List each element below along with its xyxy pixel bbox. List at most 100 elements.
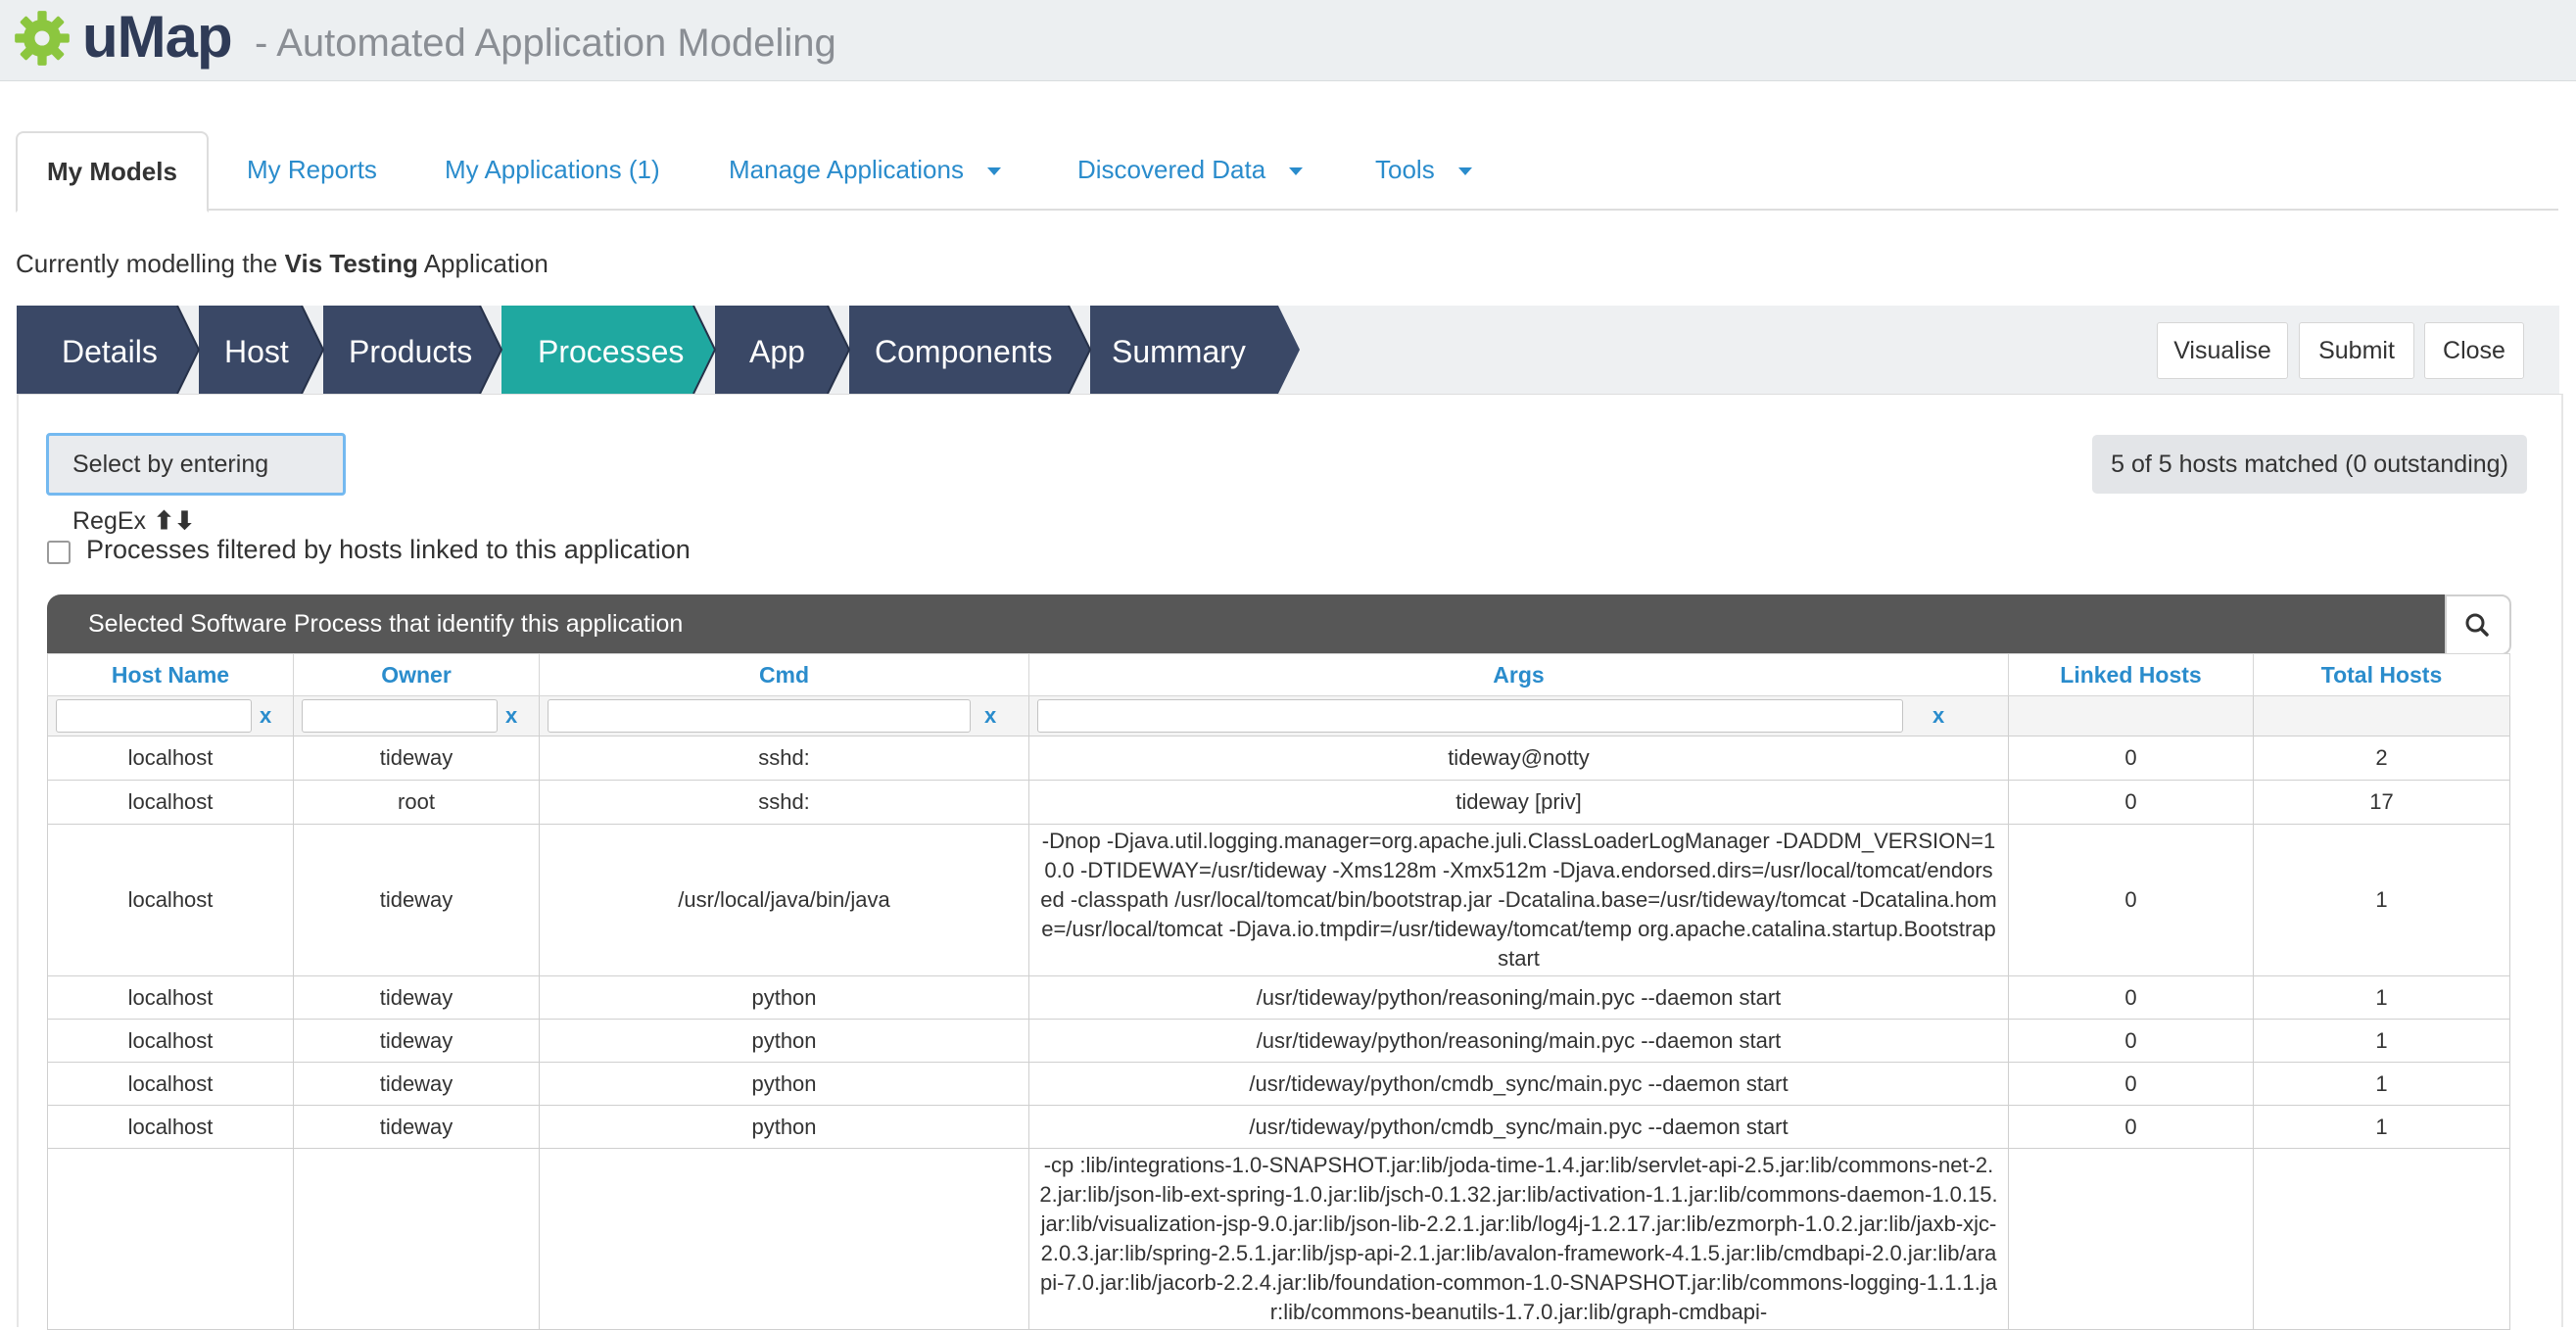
- table-row[interactable]: -cp :lib/integrations-1.0-SNAPSHOT.jar:l…: [47, 1148, 2510, 1330]
- cell-owner: tideway: [293, 1105, 540, 1149]
- cell-args: -Dnop -Djava.util.logging.manager=org.ap…: [1028, 824, 2009, 976]
- cell-cmd: python: [539, 1105, 1029, 1149]
- table-row[interactable]: localhost root sshd: tideway [priv] 0 17: [47, 780, 2510, 825]
- cell-linked-hosts: 0: [2008, 1105, 2254, 1149]
- cell-host-name: localhost: [47, 780, 294, 825]
- cell-cmd: /usr/local/java/bin/java: [539, 824, 1029, 976]
- cell-cmd: python: [539, 1062, 1029, 1106]
- cell-linked-hosts: 0: [2008, 1019, 2254, 1063]
- clear-filter-icon[interactable]: x: [505, 701, 517, 731]
- modelling-prefix: Currently modelling the: [16, 249, 278, 278]
- filter-by-linked-hosts-label: Processes filtered by hosts linked to th…: [86, 535, 691, 564]
- cell-args: /usr/tideway/python/cmdb_sync/main.pyc -…: [1028, 1105, 2009, 1149]
- column-header-linked-hosts[interactable]: Linked Hosts: [2008, 653, 2254, 696]
- cell-total-hosts: 1: [2253, 1019, 2510, 1063]
- cell-total-hosts: 1: [2253, 1105, 2510, 1149]
- cell-args: tideway@notty: [1028, 736, 2009, 781]
- cell-total-hosts: 1: [2253, 975, 2510, 1020]
- column-header-total-hosts[interactable]: Total Hosts: [2253, 653, 2510, 696]
- modelling-suffix: Application: [423, 249, 549, 278]
- tab-my-applications[interactable]: My Applications (1): [445, 131, 660, 209]
- owner-filter-input[interactable]: [302, 699, 498, 733]
- cell-cmd: sshd:: [539, 736, 1029, 781]
- cell-owner: [293, 1148, 540, 1330]
- table-search-button[interactable]: [2445, 594, 2511, 655]
- cell-args: /usr/tideway/python/cmdb_sync/main.pyc -…: [1028, 1062, 2009, 1106]
- filter-cell: [2008, 695, 2254, 736]
- cell-host-name: localhost: [47, 736, 294, 781]
- column-header-cmd[interactable]: Cmd: [539, 653, 1029, 696]
- tab-label: My Reports: [247, 155, 377, 184]
- cell-args: /usr/tideway/python/reasoning/main.pyc -…: [1028, 975, 2009, 1020]
- cell-owner: tideway: [293, 975, 540, 1020]
- tab-label: My Applications (1): [445, 155, 660, 184]
- cell-total-hosts: 2: [2253, 736, 2510, 781]
- cell-args: tideway [priv]: [1028, 780, 2009, 825]
- wizard-steps: Summary Components App Processes Products Hos…: [17, 306, 1300, 394]
- table-row[interactable]: localhost tideway python/usr/tideway/pytho…: [47, 1062, 2510, 1106]
- cell-args: /usr/tideway/python/reasoning/main.pyc -…: [1028, 1019, 2009, 1063]
- search-icon: [2465, 613, 2489, 637]
- submit-button[interactable]: Submit: [2299, 322, 2414, 379]
- tab-my-models[interactable]: My Models: [16, 131, 209, 213]
- cell-host-name: localhost: [47, 1062, 294, 1106]
- table-row[interactable]: localhost tideway python/usr/tideway/pytho…: [47, 1019, 2510, 1063]
- clear-filter-icon[interactable]: x: [984, 701, 996, 731]
- table-row[interactable]: localhost tideway python/usr/tideway/pytho…: [47, 1105, 2510, 1149]
- caret-down-icon: [1457, 167, 1472, 176]
- clear-filter-icon[interactable]: x: [1932, 701, 1944, 731]
- column-header-owner[interactable]: Owner: [293, 653, 540, 696]
- cell-linked-hosts: 0: [2008, 736, 2254, 781]
- cmd-filter-input[interactable]: [548, 699, 971, 733]
- cell-owner: tideway: [293, 1019, 540, 1063]
- step-host-label: Host: [224, 334, 289, 369]
- cell-args: -cp :lib/integrations-1.0-SNAPSHOT.jar:l…: [1028, 1148, 2009, 1330]
- cell-host-name: localhost: [47, 975, 294, 1020]
- cell-owner: tideway: [293, 736, 540, 781]
- tab-label: Discovered Data: [1077, 155, 1266, 184]
- close-button[interactable]: Close: [2424, 322, 2524, 379]
- tab-manage-applications[interactable]: Manage Applications: [729, 131, 1001, 209]
- host-name-filter-input[interactable]: [56, 699, 252, 733]
- regex-select-button[interactable]: Select by entering RegEx ⬆⬇: [46, 433, 346, 535]
- table-row[interactable]: localhost tideway/usr/local/java/bin/java…: [47, 824, 2510, 976]
- main-tabs: My Models My Reports My Applications (1)…: [16, 131, 2558, 213]
- clear-filter-icon[interactable]: x: [260, 701, 271, 731]
- tab-label: My Models: [47, 157, 177, 186]
- cell-total-hosts: 1: [2253, 1062, 2510, 1106]
- filter-by-linked-hosts-checkbox[interactable]: [47, 541, 71, 564]
- tab-label: Manage Applications: [729, 155, 964, 184]
- table-title: Selected Software Process that identify …: [47, 594, 2447, 653]
- cell-owner: tideway: [293, 824, 540, 976]
- modelling-app-name: Vis Testing: [284, 249, 418, 278]
- cell-total-hosts: [2253, 1148, 2510, 1330]
- cell-linked-hosts: 0: [2008, 1062, 2254, 1106]
- step-products-label: Products: [349, 334, 472, 369]
- cell-host-name: [47, 1148, 294, 1330]
- filter-cell: x: [293, 695, 540, 736]
- brand-name[interactable]: uMap: [82, 0, 233, 74]
- args-filter-input[interactable]: [1037, 699, 1903, 733]
- tab-my-reports[interactable]: My Reports: [247, 131, 377, 209]
- cell-host-name: localhost: [47, 824, 294, 976]
- column-header-args[interactable]: Args: [1028, 653, 2009, 696]
- cell-cmd: [539, 1148, 1029, 1330]
- step-details-label: Details: [62, 334, 158, 369]
- table-row[interactable]: localhost tideway python/usr/tideway/pytho…: [47, 975, 2510, 1020]
- cell-total-hosts: 1: [2253, 824, 2510, 976]
- tab-discovered-data[interactable]: Discovered Data: [1077, 131, 1304, 209]
- cell-cmd: python: [539, 1019, 1029, 1063]
- filter-cell: x: [539, 695, 1029, 736]
- cell-owner: tideway: [293, 1062, 540, 1106]
- app-header: uMap - Automated Application Modeling: [0, 0, 2576, 81]
- gear-icon[interactable]: [14, 10, 71, 67]
- tab-tools[interactable]: Tools: [1375, 131, 1472, 209]
- cell-owner: root: [293, 780, 540, 825]
- tab-label: Tools: [1375, 155, 1435, 184]
- visualise-button[interactable]: Visualise: [2157, 322, 2288, 379]
- table-row[interactable]: localhost tideway sshd: tideway@notty 0 2: [47, 736, 2510, 781]
- caret-down-icon: [1289, 167, 1304, 176]
- process-table: Host Name Owner Cmd Args Linked Hosts To…: [47, 653, 2510, 1330]
- column-header-host-name[interactable]: Host Name: [47, 653, 294, 696]
- sort-arrows-icon: ⬆⬇: [154, 507, 195, 535]
